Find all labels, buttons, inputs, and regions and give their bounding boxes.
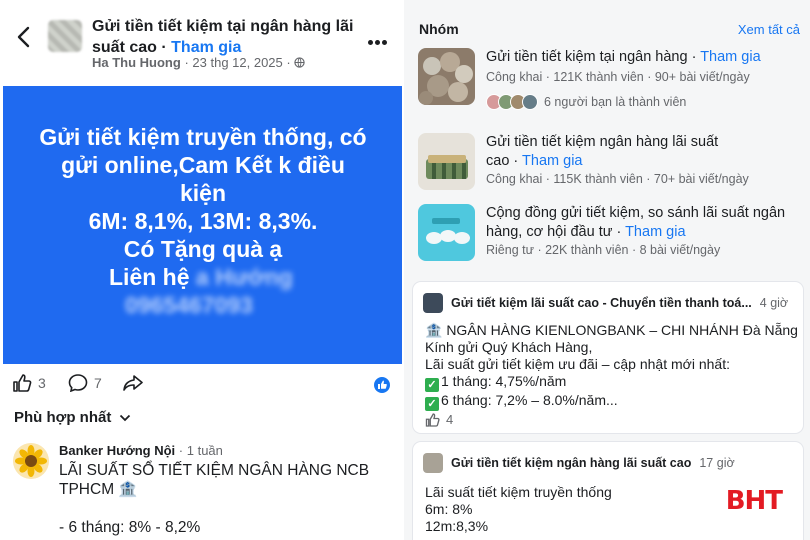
group-logo — [423, 453, 443, 473]
chevron-down-icon — [120, 414, 131, 421]
post-line: 12m:8,3% — [425, 518, 489, 534]
blurred-name: a Hướng — [195, 264, 293, 290]
comment-count: 7 — [94, 375, 102, 391]
join-group-link[interactable]: Tham gia — [700, 49, 760, 65]
globe-icon — [294, 57, 306, 68]
group-result[interactable]: Gửi tiền tiết kiệm ngân hàng lãi suất ca… — [418, 133, 808, 193]
post-line: ✓ 1 tháng: 4,75%/năm — [425, 373, 798, 392]
comment-sort-dropdown[interactable]: Phù hợp nhất — [14, 409, 131, 426]
blurred-phone: 0965467093 — [125, 292, 253, 318]
comment-line: TPHCM 🏦 — [59, 481, 138, 498]
post-line: Lãi suất tiết kiệm truyền thống — [425, 484, 612, 500]
image-text-line: gửi online,Cam Kết k điều — [61, 152, 345, 178]
post-card-header: Gửi tiền tiết kiệm ngân hàng lãi suất ca… — [423, 453, 735, 473]
group-name[interactable]: Gửi tiền tiết kiệm ngân hàng lãi suất — [486, 133, 786, 152]
thumbs-up-icon — [425, 412, 440, 427]
back-arrow-icon[interactable] — [14, 26, 34, 48]
friend-avatar — [522, 94, 538, 110]
post-actions: 3 7 — [12, 374, 396, 398]
share-button[interactable] — [122, 374, 144, 392]
check-mark-icon: ✓ — [425, 378, 439, 392]
post-line: Lãi suất gửi tiết kiệm ưu đãi – cập nhật… — [425, 356, 730, 372]
image-text-line: Gửi tiết kiệm truyền thống, có — [39, 124, 367, 150]
post-line: 6m: 8% — [425, 501, 473, 517]
like-button[interactable]: 3 — [12, 374, 46, 392]
group-thumbnail-piggy-banks — [418, 204, 475, 261]
sunflower-icon — [13, 443, 49, 479]
image-contact-line: Liên hệ a Hướng — [13, 263, 393, 291]
group-meta: Công khai · 115K thành viên · 70+ bài vi… — [486, 172, 749, 186]
post-like-count: 4 — [446, 412, 454, 427]
thumbs-up-icon — [378, 380, 387, 389]
commenter-avatar[interactable] — [13, 443, 49, 479]
group-name-row: Cộng đồng gửi tiết kiệm, so sánh lãi suấ… — [486, 204, 786, 240]
comment-text: LÃI SUẤT SỔ TIẾT KIỆM NGÂN HÀNG NCB TPHC… — [59, 461, 399, 537]
friends-in-group: 6 người bạn là thành viên — [486, 94, 686, 110]
thumbs-up-icon — [13, 374, 32, 392]
see-all-link[interactable]: Xem tất cả — [738, 22, 800, 37]
image-text-line: 6M: 8,1%, 13M: 8,3%. — [88, 208, 318, 234]
group-result[interactable]: Cộng đồng gửi tiết kiệm, so sánh lãi suấ… — [418, 204, 808, 264]
commenter-name[interactable]: Banker Hướng Nội — [59, 443, 175, 458]
post-line: 🏦 NGÂN HÀNG KIENLONGBANK – CHI NHÁNH Đà … — [425, 322, 798, 338]
post-card-body: Lãi suất tiết kiệm truyền thống 6m: 8% 1… — [425, 484, 612, 535]
post-group-name[interactable]: Gửi tiền tiết kiệm ngân hàng lãi suất ca… — [451, 456, 691, 470]
group-thumbnail-coins — [418, 48, 475, 105]
group-meta: Công khai · 121K thành viên · 90+ bài vi… — [486, 70, 750, 84]
image-text-line: Có Tặng quà ạ — [123, 236, 283, 262]
dot-icon — [382, 40, 387, 45]
post-image[interactable]: Gửi tiết kiệm truyền thống, có gửi onlin… — [3, 86, 402, 364]
post-image-text: Gửi tiết kiệm truyền thống, có gửi onlin… — [13, 123, 393, 319]
image-phone-line: 0965467093 — [13, 291, 393, 319]
dot-icon — [375, 40, 380, 45]
group-name-row: Gửi tiền tiết kiệm ngân hàng lãi suất ca… — [486, 133, 786, 171]
group-name[interactable]: Cộng đồng gửi tiết kiệm, so sánh lãi suấ… — [486, 204, 786, 223]
post-author[interactable]: Ha Thu Huong — [92, 55, 181, 70]
comment-icon — [68, 374, 88, 392]
post-like-button[interactable]: 4 — [425, 412, 453, 427]
join-group-link[interactable]: Tham gia — [171, 39, 241, 56]
sort-label: Phù hợp nhất — [14, 409, 112, 426]
contact-label: Liên hệ — [109, 264, 190, 290]
post-card-header: Gửi tiết kiệm lãi suất cao - Chuyển tiền… — [423, 293, 788, 313]
friends-count: 6 người bạn là thành viên — [544, 95, 687, 109]
reaction-like-icon[interactable] — [374, 377, 390, 393]
check-mark-icon: ✓ — [425, 397, 439, 411]
group-name[interactable]: Gửi tiền tiết kiệm tại ngân hàng — [486, 49, 688, 65]
comment-line: LÃI SUẤT SỔ TIẾT KIỆM NGÂN HÀNG NCB — [59, 462, 370, 479]
comment-line: - 6 tháng: 8% - 8,2% — [59, 519, 201, 536]
post-card-body: 🏦 NGÂN HÀNG KIENLONGBANK – CHI NHÁNH Đà … — [425, 322, 798, 411]
comment-spacer — [59, 499, 399, 518]
comment-header: Banker Hướng Nội · 1 tuần — [59, 443, 223, 458]
group-name-cont[interactable]: cao — [486, 153, 509, 169]
bht-watermark-logo: BHT — [725, 486, 783, 516]
more-options-button[interactable] — [368, 32, 392, 45]
group-avatar[interactable] — [48, 20, 82, 52]
group-name-cont[interactable]: hàng, cơ hội đầu tư — [486, 224, 612, 240]
group-name-row: Gửi tiền tiết kiệm tại ngân hàng · Tham … — [486, 49, 761, 65]
post-date[interactable]: 23 thg 12, 2025 — [192, 55, 282, 70]
groups-heading: Nhóm — [419, 21, 459, 37]
post-group-name[interactable]: Gửi tiết kiệm lãi suất cao - Chuyển tiền… — [451, 296, 752, 310]
search-results-panel: Nhóm Xem tất cả Gửi tiền tiết kiệm tại n… — [404, 0, 810, 540]
group-logo — [423, 293, 443, 313]
image-text-line: kiện — [179, 180, 227, 206]
comment-time[interactable]: 1 tuần — [187, 443, 223, 458]
join-group-link[interactable]: Tham gia — [625, 224, 685, 240]
post-card[interactable]: Gửi tiết kiệm lãi suất cao - Chuyển tiền… — [413, 282, 803, 433]
share-icon — [123, 375, 143, 391]
dot-icon — [368, 40, 373, 45]
group-meta: Riêng tư · 22K thành viên · 8 bài viết/n… — [486, 243, 721, 257]
post-detail-panel: Gửi tiền tiết kiệm tại ngân hàng lãi suấ… — [0, 0, 404, 540]
post-time: 17 giờ — [699, 456, 735, 470]
post-time: 4 giờ — [759, 296, 789, 310]
group-thumbnail-cash-cake — [418, 133, 475, 190]
post-group-title[interactable]: Gửi tiền tiết kiệm tại ngân hàng lãi suấ… — [92, 16, 362, 58]
join-group-link[interactable]: Tham gia — [522, 153, 582, 169]
post-line: Kính gửi Quý Khách Hàng, — [425, 339, 593, 355]
post-line: ✓ 6 tháng: 7,2% – 8.0%/năm... — [425, 392, 798, 411]
comment-button[interactable]: 7 — [68, 374, 102, 392]
like-count: 3 — [38, 375, 46, 391]
post-meta: Ha Thu Huong · 23 thg 12, 2025 · — [92, 55, 306, 70]
